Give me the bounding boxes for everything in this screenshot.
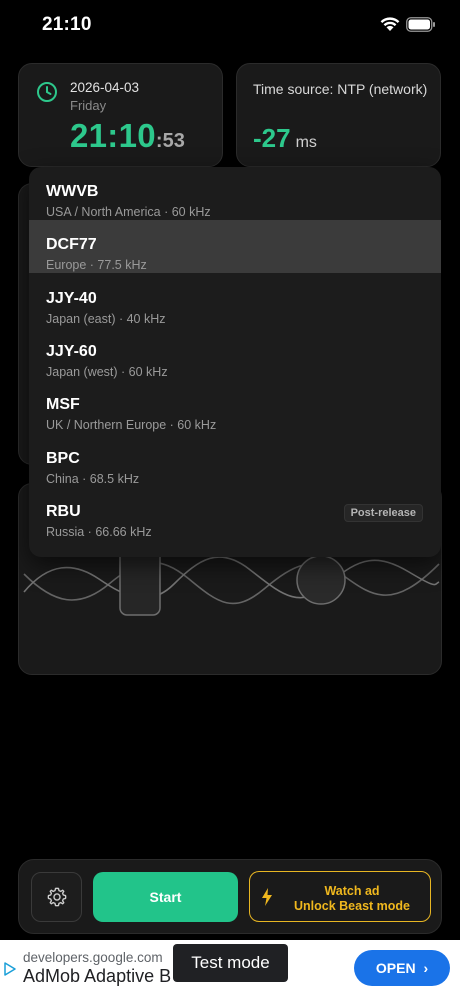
- station-option-jjy-40[interactable]: JJY-40 Japan (east) · 40 kHz: [29, 274, 441, 327]
- clock-icon: [37, 82, 57, 102]
- station-detail: Japan (west) · 60 kHz: [46, 364, 168, 379]
- station-name: BPC: [46, 449, 80, 467]
- station-option-msf[interactable]: MSF UK / Northern Europe · 60 kHz: [29, 380, 441, 433]
- station-name: RBU: [46, 502, 81, 520]
- clock-weekday: Friday: [70, 98, 107, 113]
- unlock-beast-mode-button[interactable]: Watch ad Unlock Beast mode: [249, 871, 431, 922]
- station-detail: Japan (east) · 40 kHz: [46, 311, 166, 326]
- station-name: JJY-40: [46, 289, 97, 307]
- battery-icon: [406, 17, 435, 32]
- clock-seconds: :53: [155, 130, 185, 152]
- wifi-icon: [380, 17, 400, 31]
- settings-button[interactable]: [31, 872, 82, 922]
- station-dropdown: WWVB USA / North America · 60 kHz DCF77 Eur…: [29, 167, 441, 557]
- time-source-card: Time source: NTP (network) -27 ms: [236, 63, 441, 167]
- clock-time: 21:10:53: [70, 117, 185, 155]
- time-source-label: Time source: NTP (network): [253, 81, 428, 97]
- station-detail: China · 68.5 kHz: [46, 471, 140, 486]
- beast-button-line1: Watch ad: [324, 884, 380, 898]
- station-badge: Post-release: [343, 503, 423, 522]
- station-detail: USA / North America · 60 kHz: [46, 205, 211, 219]
- station-detail: Europe · 77.5 kHz: [46, 258, 147, 273]
- clock-hours-minutes: 21:10: [70, 117, 156, 154]
- station-option-bpc[interactable]: BPC China · 68.5 kHz: [29, 434, 441, 487]
- station-name: MSF: [46, 396, 80, 414]
- test-mode-label: Test mode: [173, 944, 288, 982]
- chevron-right-icon: ›: [423, 960, 429, 976]
- ad-open-label: OPEN: [375, 960, 416, 976]
- start-button[interactable]: Start: [93, 872, 238, 922]
- ad-title: AdMob Adaptive B: [23, 966, 172, 986]
- clock-card: 2026-04-03 Friday 21:10:53: [18, 63, 223, 167]
- status-bar: 21:10: [0, 0, 460, 52]
- station-option-dcf77[interactable]: DCF77 Europe · 77.5 kHz: [29, 220, 441, 274]
- station-option-rbu[interactable]: RBU Russia · 66.66 kHz Post-release: [29, 487, 441, 540]
- time-offset: -27 ms: [253, 123, 317, 154]
- clock-date: 2026-04-03: [70, 80, 140, 95]
- station-name: JJY-60: [46, 342, 97, 360]
- ad-open-button[interactable]: OPEN ›: [354, 950, 450, 986]
- time-offset-value: -27: [253, 123, 291, 153]
- wave-marker-circle: [296, 555, 346, 605]
- station-name: WWVB: [46, 183, 99, 200]
- beast-button-line2: Unlock Beast mode: [293, 899, 410, 913]
- station-option-jjy-60[interactable]: JJY-60 Japan (west) · 60 kHz: [29, 327, 441, 380]
- status-time: 21:10: [42, 14, 92, 35]
- bottom-control-bar: Start Watch ad Unlock Beast mode: [18, 859, 442, 934]
- station-detail: UK / Northern Europe · 60 kHz: [46, 418, 217, 433]
- time-offset-unit: ms: [295, 134, 317, 151]
- station-option-wwvb[interactable]: WWVB USA / North America · 60 kHz: [29, 167, 441, 220]
- ad-choices-icon[interactable]: [4, 962, 16, 976]
- station-detail: Russia · 66.66 kHz: [46, 524, 152, 539]
- station-name: DCF77: [46, 236, 97, 254]
- ad-url: developers.google.com: [23, 950, 163, 965]
- gear-icon: [47, 887, 67, 907]
